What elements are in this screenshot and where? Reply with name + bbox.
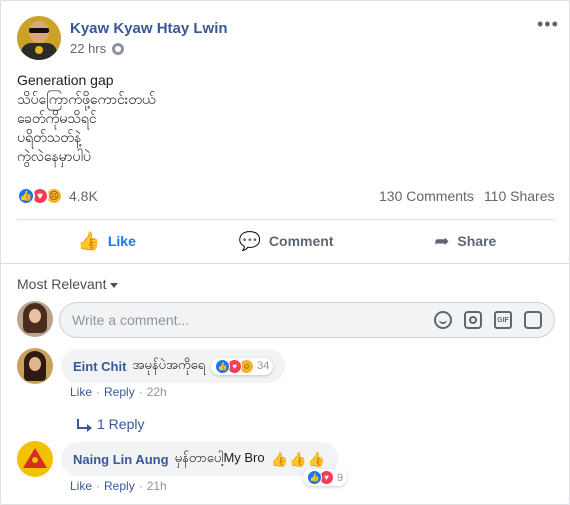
commenter-avatar[interactable] — [17, 441, 53, 477]
comment-sort-dropdown[interactable]: Most Relevant — [17, 276, 119, 292]
divider — [1, 263, 569, 264]
separator: · — [138, 479, 143, 493]
thumbs-up-emoji-icon: 👍👍👍 — [270, 450, 326, 467]
comment-input[interactable] — [72, 303, 412, 337]
separator: · — [96, 385, 101, 399]
speech-bubble-icon: 💬 — [238, 231, 261, 251]
comment-text: မှန်တာပေါ့My Bro — [174, 449, 265, 465]
reaction-count: 4.8K — [69, 188, 98, 204]
reactions-summary[interactable]: 👍 ♥ ☹ 4.8K — [17, 187, 98, 205]
comment-like-link[interactable]: Like — [70, 385, 92, 399]
comment-box[interactable]: GIF — [59, 302, 555, 338]
more-options-icon[interactable]: ••• — [537, 15, 559, 33]
like-reaction-icon: 👍 — [307, 470, 322, 485]
comment-text: အမုန်ပဲအကိုရေ — [132, 356, 206, 372]
action-bar: 👍 Like 💬 Comment ➦ Share — [17, 221, 555, 261]
share-button[interactable]: ➦ Share — [376, 221, 555, 261]
divider — [17, 219, 555, 220]
post-text-line: ခေတ်ကိုမသိရင် — [17, 110, 97, 126]
emoji-icon[interactable] — [434, 311, 452, 329]
reply-arrow-icon — [77, 419, 92, 432]
commenter-avatar[interactable] — [17, 348, 53, 384]
replies-label: 1 Reply — [97, 416, 145, 432]
post-text-line: Generation gap — [17, 72, 114, 88]
post-time[interactable]: 22 hrs — [70, 41, 106, 56]
separator: · — [96, 479, 101, 493]
comment-input-icons: GIF — [434, 311, 542, 329]
like-reaction-icon: 👍 — [215, 358, 231, 374]
camera-icon[interactable] — [464, 311, 482, 329]
thumbs-up-icon: 👍 — [77, 231, 100, 251]
post-text: Generation gap သိပ်ကြောက်ဖို့ကောင်းတယ် ခ… — [17, 71, 156, 166]
comment-reaction-count: 34 — [257, 360, 270, 372]
comment-reply-link[interactable]: Reply — [104, 479, 135, 493]
share-label: Share — [457, 233, 497, 249]
comments-count-link[interactable]: 130 Comments — [379, 188, 474, 204]
author-name[interactable]: Kyaw Kyaw Htay Lwin — [70, 20, 228, 37]
comment-reactions[interactable]: 👍 ♥ 9 — [303, 469, 348, 486]
sort-label: Most Relevant — [17, 276, 107, 292]
post-card: Kyaw Kyaw Htay Lwin 22 hrs ••• Generatio… — [0, 0, 570, 505]
like-reaction-icon: 👍 — [17, 187, 35, 205]
like-button[interactable]: 👍 Like — [17, 221, 196, 261]
comment-actions: Like · Reply · 22h — [70, 385, 167, 399]
comment-label: Comment — [268, 233, 334, 249]
share-arrow-icon: ➦ — [434, 231, 450, 251]
shares-count-link[interactable]: 110 Shares — [484, 188, 555, 204]
comment-button[interactable]: 💬 Comment — [196, 221, 375, 261]
comment-reply-link[interactable]: Reply — [104, 385, 135, 399]
gif-icon[interactable]: GIF — [494, 311, 512, 329]
comment-time[interactable]: 21h — [147, 479, 167, 493]
current-user-avatar — [17, 301, 53, 337]
like-label: Like — [107, 233, 136, 249]
chevron-down-icon — [110, 282, 119, 288]
comment-bubble: Eint Chit အမုန်ပဲအကိုရေ 👍 ♥ ☺ 34 — [61, 349, 286, 383]
commenter-name[interactable]: Naing Lin Aung — [73, 452, 169, 467]
post-text-line: သိပ်ကြောက်ဖို့ကောင်းတယ် — [17, 91, 156, 107]
post-meta: 22 hrs — [70, 41, 125, 56]
sticker-icon[interactable] — [524, 311, 542, 329]
post-stats: 130 Comments 110 Shares — [379, 188, 555, 204]
post-text-line: ပရိတ်သတ်နဲ့ — [17, 129, 82, 145]
comment-like-link[interactable]: Like — [70, 479, 92, 493]
author-avatar[interactable] — [17, 16, 61, 60]
comment-reaction-count: 9 — [337, 471, 344, 484]
comment-time[interactable]: 22h — [147, 385, 167, 399]
post-text-line: ကွဲလဲနေမှာပါပဲ — [17, 148, 91, 164]
view-replies-link[interactable]: 1 Reply — [77, 416, 144, 432]
comment-bubble: Naing Lin Aung မှန်တာပေါ့My Bro 👍👍👍 — [61, 442, 338, 476]
commenter-name[interactable]: Eint Chit — [73, 359, 126, 374]
globe-icon[interactable] — [112, 42, 125, 55]
comment-actions: Like · Reply · 21h — [70, 479, 167, 493]
comment-reactions[interactable]: 👍 ♥ ☺ 34 — [211, 357, 274, 375]
separator: · — [138, 385, 143, 399]
